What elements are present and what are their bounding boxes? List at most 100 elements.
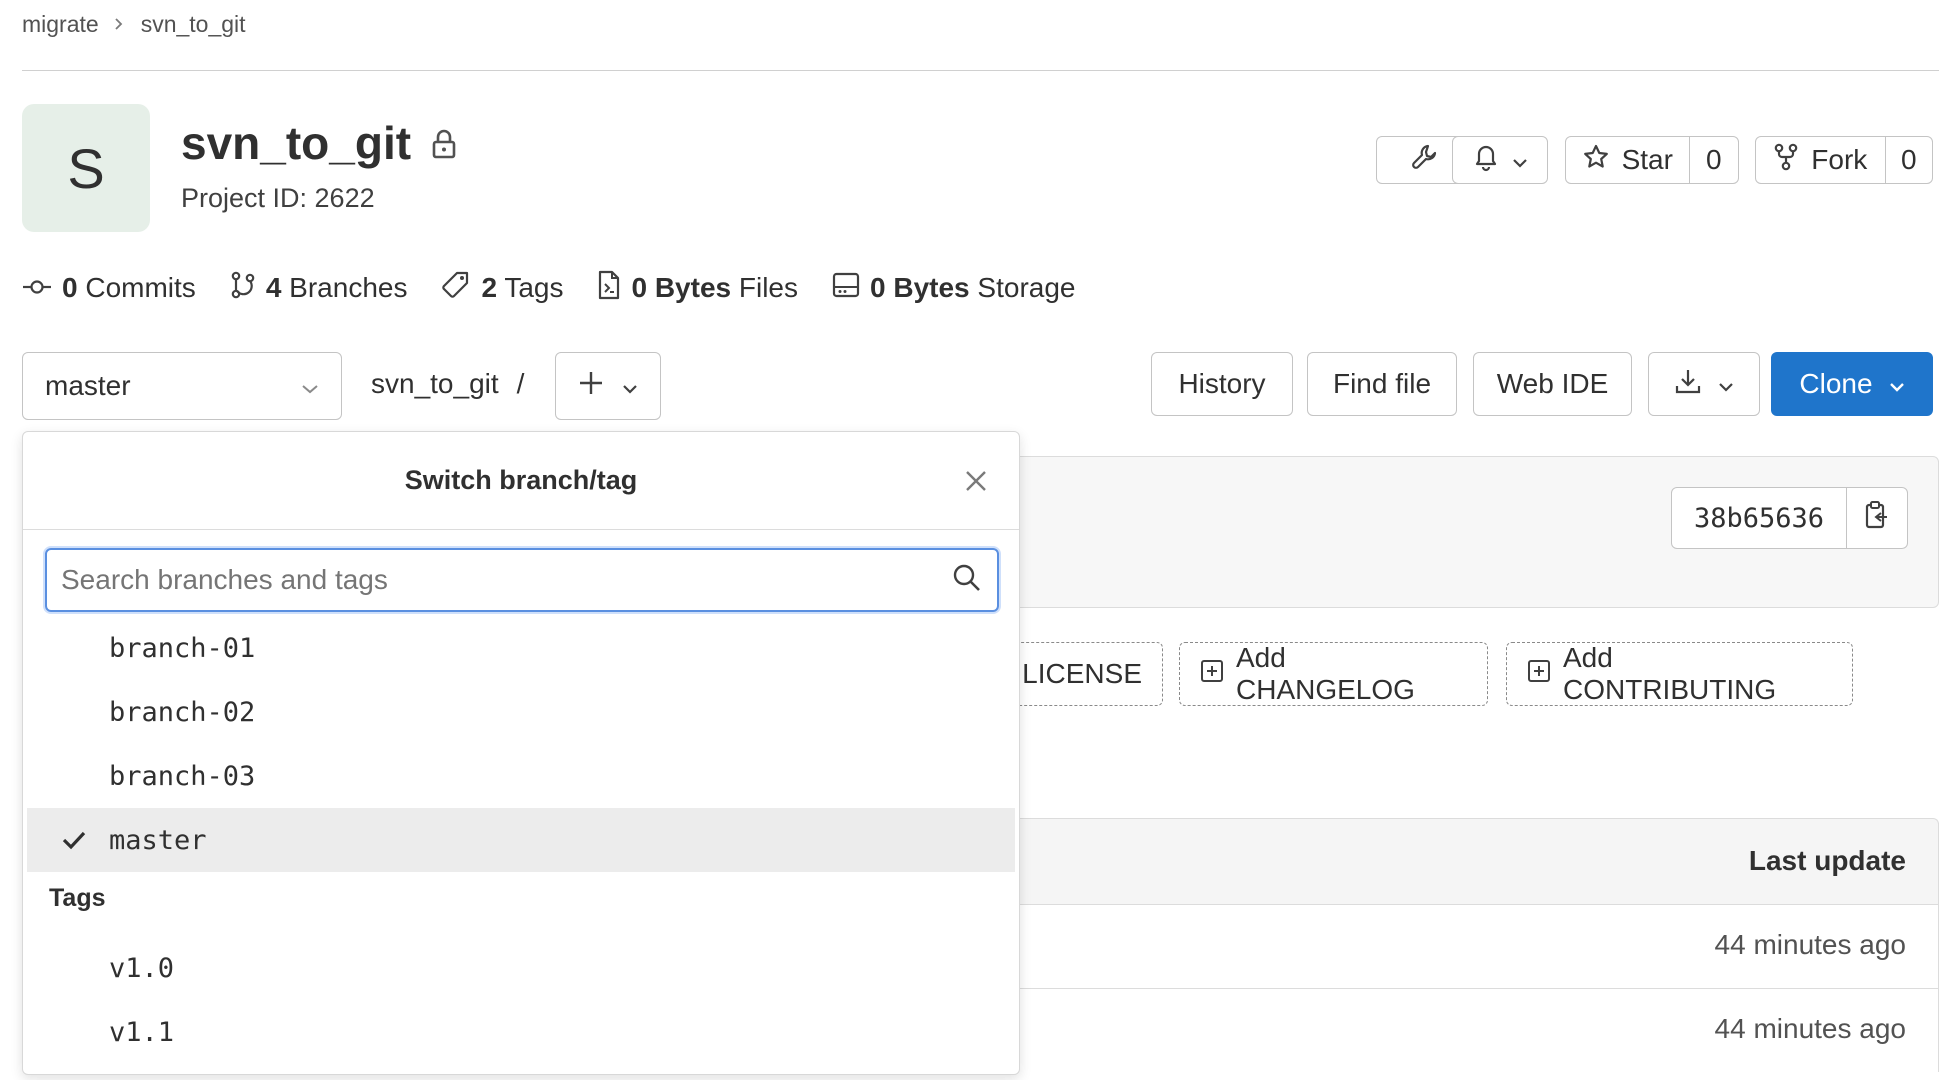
- project-avatar[interactable]: S: [22, 104, 150, 232]
- tags-stat[interactable]: 2 Tags: [441, 270, 563, 307]
- fork-label: Fork: [1811, 144, 1868, 175]
- chevron-down-icon: [1718, 368, 1734, 400]
- close-icon[interactable]: [961, 466, 991, 496]
- plus-square-icon: [1200, 658, 1224, 690]
- add-contributing-button[interactable]: Add CONTRIBUTING: [1506, 642, 1853, 706]
- search-icon[interactable]: [951, 562, 983, 599]
- commits-stat[interactable]: 0 Commits: [22, 272, 196, 304]
- branch-name: branch-03: [109, 760, 256, 792]
- dropdown-title: Switch branch/tag: [404, 465, 638, 495]
- files-label: Files: [738, 272, 799, 303]
- branches-stat[interactable]: 4 Branches: [230, 270, 408, 307]
- storage-icon: [832, 272, 860, 305]
- project-id: Project ID: 2622: [181, 183, 375, 213]
- branches-label: Branches: [289, 272, 408, 303]
- dropdown-branch-item[interactable]: branch-02: [27, 680, 1015, 744]
- dropdown-branch-item[interactable]: branch-03: [27, 744, 1015, 808]
- last-update-value: 44 minutes ago: [1714, 1013, 1906, 1044]
- commits-count: 0: [62, 272, 78, 303]
- last-update-header: Last update: [1748, 845, 1906, 876]
- chevron-down-icon: [622, 370, 638, 402]
- table-row[interactable]: 44 minutes ago: [1010, 988, 1939, 1072]
- tags-section-header: Tags: [49, 884, 106, 912]
- lock-icon: [431, 116, 457, 170]
- chevron-down-icon: [301, 370, 319, 402]
- notification-button[interactable]: [1452, 136, 1548, 184]
- dropdown-tag-item[interactable]: v1.0: [27, 936, 1015, 1000]
- history-button[interactable]: History: [1151, 352, 1293, 416]
- plus-icon: [578, 370, 604, 403]
- clone-button[interactable]: Clone: [1771, 352, 1933, 416]
- star-button-group: Star 0: [1565, 136, 1739, 184]
- last-update-value: 44 minutes ago: [1714, 929, 1906, 960]
- breadcrumb-group-link[interactable]: migrate: [22, 11, 99, 38]
- branches-count: 4: [265, 272, 282, 303]
- commits-label: Commits: [85, 272, 196, 303]
- bell-icon: [1472, 142, 1500, 179]
- star-icon: [1582, 143, 1610, 178]
- storage-label: Storage: [977, 272, 1076, 303]
- files-count: 0 Bytes: [631, 272, 732, 303]
- commit-icon: [22, 272, 52, 304]
- branch-name: master: [109, 824, 207, 856]
- star-label: Star: [1621, 144, 1673, 175]
- header-divider: [22, 70, 1939, 71]
- download-button[interactable]: [1648, 352, 1760, 416]
- plus-square-icon: [1527, 658, 1551, 690]
- table-row[interactable]: 44 minutes ago: [1010, 904, 1939, 988]
- add-changelog-label: Add CHANGELOG: [1236, 642, 1415, 705]
- chevron-down-icon: [1512, 144, 1528, 176]
- add-changelog-button[interactable]: Add CHANGELOG: [1179, 642, 1488, 706]
- project-name: svn_to_git: [181, 117, 412, 169]
- dropdown-header: Switch branch/tag: [23, 432, 1019, 530]
- dropdown-tag-item[interactable]: v1.1: [27, 1000, 1015, 1064]
- branch-search-input[interactable]: [61, 564, 951, 596]
- repo-path: svn_to_git /: [371, 368, 524, 400]
- chevron-down-icon: [1889, 368, 1905, 400]
- find-file-button[interactable]: Find file: [1307, 352, 1457, 416]
- file-table-header: Last update: [1010, 818, 1939, 904]
- fork-button-group: Fork 0: [1755, 136, 1933, 184]
- project-stats: 0 Commits 4 Branches 2 Tags 0 Bytes File…: [22, 268, 1076, 308]
- branch-icon: [230, 270, 256, 307]
- checkmark-icon: [61, 828, 87, 852]
- branch-name: branch-01: [109, 632, 256, 664]
- repo-path-root[interactable]: svn_to_git: [371, 368, 499, 400]
- fork-count[interactable]: 0: [1884, 137, 1932, 183]
- chevron-right-icon: [113, 17, 127, 31]
- tag-icon: [441, 270, 471, 307]
- copy-sha-button[interactable]: [1847, 488, 1907, 548]
- breadcrumb-project-link[interactable]: svn_to_git: [141, 11, 246, 38]
- clone-label: Clone: [1799, 368, 1873, 399]
- branch-name: branch-02: [109, 696, 256, 728]
- commit-sha[interactable]: 38b65636: [1672, 488, 1847, 548]
- switch-branch-dropdown: Switch branch/tag branch-01 branch-02 br…: [22, 431, 1020, 1075]
- tag-name: v1.1: [109, 1016, 175, 1048]
- add-contributing-label: Add CONTRIBUTING: [1563, 642, 1777, 705]
- dropdown-branch-item-selected[interactable]: master: [27, 808, 1015, 872]
- storage-count: 0 Bytes: [870, 272, 970, 303]
- web-ide-button[interactable]: Web IDE: [1473, 352, 1632, 416]
- tags-count: 2: [481, 272, 498, 303]
- dropdown-branch-item[interactable]: branch-01: [27, 616, 1015, 680]
- branch-selector[interactable]: master: [22, 352, 342, 420]
- file-icon: [597, 270, 621, 307]
- tags-label: Tags: [504, 272, 564, 303]
- storage-stat[interactable]: 0 Bytes Storage: [832, 272, 1076, 305]
- fork-button[interactable]: Fork: [1756, 137, 1885, 183]
- copy-icon: [1864, 500, 1890, 537]
- wrench-icon: [1410, 142, 1440, 179]
- project-title: svn_to_git: [181, 116, 457, 170]
- breadcrumb: migrate svn_to_git: [22, 8, 246, 40]
- files-stat[interactable]: 0 Bytes Files: [597, 270, 798, 307]
- download-icon: [1674, 367, 1702, 402]
- fork-icon: [1773, 142, 1799, 179]
- star-button[interactable]: Star: [1566, 137, 1689, 183]
- path-separator: /: [516, 368, 525, 399]
- commit-sha-group: 38b65636: [1670, 487, 1908, 549]
- add-license-label: LICENSE: [1022, 658, 1142, 689]
- branch-search-box: [45, 548, 999, 612]
- add-file-dropdown[interactable]: [555, 352, 661, 420]
- current-branch: master: [45, 370, 131, 401]
- star-count[interactable]: 0: [1688, 137, 1738, 183]
